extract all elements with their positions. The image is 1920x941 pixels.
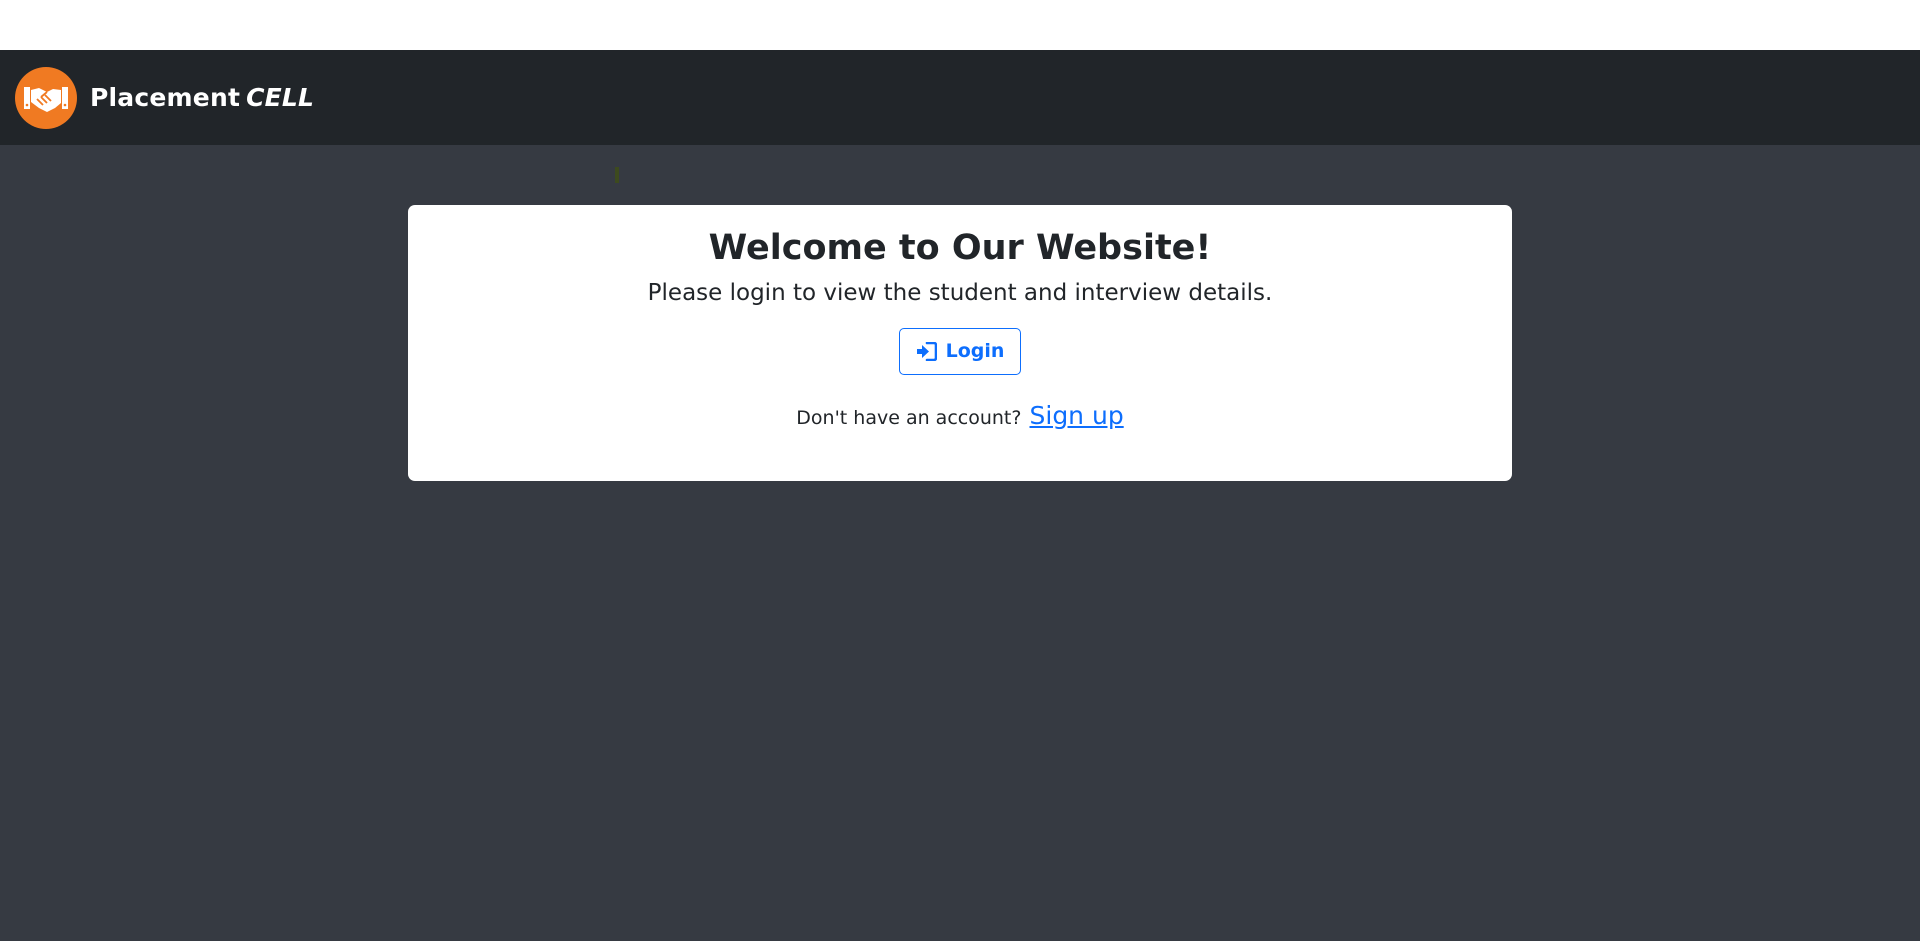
navbar: Placement CELL <box>0 50 1920 145</box>
top-strip <box>0 0 1920 50</box>
signup-row: Don't have an account? Sign up <box>408 401 1512 430</box>
handshake-icon <box>15 66 77 129</box>
brand-link[interactable]: Placement CELL <box>15 66 314 129</box>
brand-name-emphasis: CELL <box>246 83 315 112</box>
brand-name: Placement CELL <box>90 83 314 112</box>
sign-in-icon <box>916 341 937 361</box>
brand-name-main: Placement <box>90 83 241 112</box>
login-button[interactable]: Login <box>898 327 1022 375</box>
signup-prompt: Don't have an account? <box>796 406 1022 429</box>
welcome-card: Welcome to Our Website! Please login to … <box>408 205 1512 481</box>
login-label: Login <box>945 340 1005 363</box>
signup-link[interactable]: Sign up <box>1030 401 1124 430</box>
welcome-subtitle: Please login to view the student and int… <box>647 280 1273 306</box>
welcome-title: Welcome to Our Website! <box>708 228 1212 268</box>
text-cursor-mark <box>615 167 619 183</box>
